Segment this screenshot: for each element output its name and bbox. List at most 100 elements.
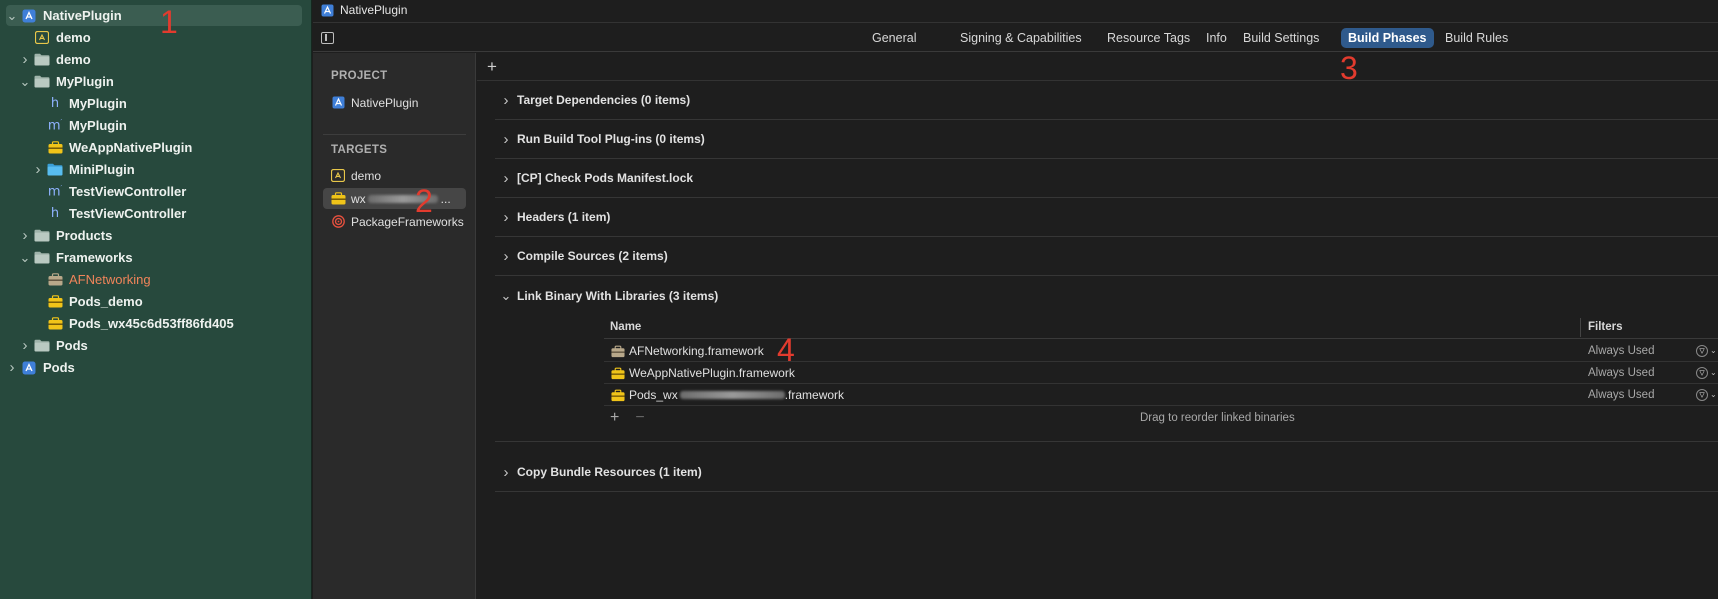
- navigator-row[interactable]: › Pods: [6, 357, 302, 378]
- tab-build-rules[interactable]: Build Rules: [1438, 28, 1515, 48]
- navigator-row-label: AFNetworking: [69, 272, 151, 287]
- navigator-row-label: Frameworks: [56, 250, 133, 265]
- navigator-row[interactable]: ⌄ Frameworks: [6, 247, 302, 268]
- build-phase-row[interactable]: › [CP] Check Pods Manifest.lock: [495, 159, 1718, 198]
- chevron-right-icon[interactable]: ›: [495, 248, 517, 265]
- app-target-icon: [34, 31, 50, 45]
- framework-icon: [47, 317, 63, 331]
- chevron-right-icon[interactable]: ›: [32, 161, 44, 178]
- library-status[interactable]: Always Used: [1588, 367, 1654, 379]
- library-name-suffix: .framework: [784, 387, 845, 402]
- framework-icon: [47, 295, 63, 309]
- chevron-down-icon[interactable]: ⌄: [19, 251, 31, 264]
- chevron-down-icon[interactable]: ⌄: [495, 289, 517, 302]
- library-name: Pods_wx: [629, 387, 678, 402]
- navigator-row[interactable]: m′ MyPlugin: [6, 115, 302, 136]
- chevron-right-icon[interactable]: ›: [19, 227, 31, 244]
- navigator-row[interactable]: Pods_demo: [6, 291, 302, 312]
- navigator-row[interactable]: › Products: [6, 225, 302, 246]
- targets-divider: [323, 134, 466, 135]
- build-phase-row[interactable]: ⌄ Link Binary With Libraries (3 items): [495, 276, 1718, 315]
- framework-gray-icon: [611, 345, 625, 357]
- editor-title: NativePlugin: [340, 3, 408, 17]
- chevron-right-icon[interactable]: ›: [495, 209, 517, 226]
- chevron-down-icon[interactable]: ⌄: [1710, 346, 1717, 355]
- navigator-row[interactable]: demo: [6, 27, 302, 48]
- library-row[interactable]: WeAppNativePlugin.framework Always Used ▿ ⌄: [604, 362, 1718, 384]
- navigator-row[interactable]: Pods_wx45c6d53ff86fd405: [6, 313, 302, 334]
- filters-column-header[interactable]: Filters: [1588, 321, 1623, 333]
- chevron-down-icon[interactable]: ⌄: [6, 9, 18, 22]
- project-navigator: ⌄ NativePlugin demo › demo ⌄ MyPlugin h MyPlugin…: [0, 0, 312, 599]
- column-separator: [1580, 318, 1581, 337]
- project-item[interactable]: NativePlugin: [323, 92, 466, 113]
- build-phase-row[interactable]: › Compile Sources (2 items): [495, 237, 1718, 276]
- navigator-row[interactable]: AFNetworking: [6, 269, 302, 290]
- tab-signing-capabilities[interactable]: Signing & Capabilities: [953, 28, 1089, 48]
- navigator-row[interactable]: m′ TestViewController: [6, 181, 302, 202]
- chevron-down-icon[interactable]: ⌄: [1710, 390, 1717, 399]
- folder-icon: [34, 251, 50, 265]
- tab-general[interactable]: General: [865, 28, 923, 48]
- header-file-icon: h: [50, 96, 60, 111]
- chevron-right-icon[interactable]: ›: [495, 464, 517, 481]
- build-phase-row[interactable]: › Target Dependencies (0 items): [495, 81, 1718, 120]
- navigator-row-label: MyPlugin: [56, 74, 114, 89]
- target-item[interactable]: wx...: [323, 188, 466, 209]
- navigator-row-label: WeAppNativePlugin: [69, 140, 193, 155]
- tab-resource-tags[interactable]: Resource Tags: [1100, 28, 1197, 48]
- library-row[interactable]: AFNetworking.framework Always Used ▿ ⌄: [604, 340, 1718, 362]
- target-item[interactable]: PackageFrameworks: [323, 211, 466, 232]
- chevron-right-icon[interactable]: ›: [495, 92, 517, 109]
- navigator-row-label: Pods_wx45c6d53ff86fd405: [69, 316, 234, 331]
- chevron-right-icon[interactable]: ›: [19, 337, 31, 354]
- navigator-row[interactable]: h MyPlugin: [6, 93, 302, 114]
- framework-gray-icon: [47, 273, 63, 287]
- navigator-row-label: demo: [56, 30, 91, 45]
- build-phases-pane: + › Target Dependencies (0 items) › Run Bui…: [477, 53, 1718, 599]
- chevron-down-icon[interactable]: ⌄: [19, 75, 31, 88]
- header-file-icon: h: [50, 206, 60, 221]
- navigator-row[interactable]: ⌄ MyPlugin: [6, 71, 302, 92]
- annotation-2: 2: [415, 183, 433, 219]
- name-column-header[interactable]: Name: [610, 321, 641, 333]
- navigator-row[interactable]: WeAppNativePlugin: [6, 137, 302, 158]
- filter-icon[interactable]: ▿: [1696, 388, 1708, 401]
- tab-build-settings[interactable]: Build Settings: [1236, 28, 1326, 48]
- library-row[interactable]: Pods_wx .framework Always Used ▿ ⌄: [604, 384, 1718, 406]
- navigator-row[interactable]: h TestViewController: [6, 203, 302, 224]
- target-item[interactable]: demo: [323, 165, 466, 186]
- filter-icon[interactable]: ▿: [1696, 344, 1708, 357]
- chevron-right-icon[interactable]: ›: [495, 131, 517, 148]
- library-status[interactable]: Always Used: [1588, 345, 1654, 357]
- chevron-down-icon[interactable]: ⌄: [1710, 368, 1717, 377]
- remove-library-button[interactable]: −: [635, 409, 644, 427]
- objc-file-icon: m′: [47, 183, 63, 200]
- aggregate-target-icon: [330, 215, 346, 229]
- build-phase-label: Run Build Tool Plug-ins (0 items): [517, 132, 705, 146]
- filter-icon[interactable]: ▿: [1696, 366, 1708, 379]
- navigator-row[interactable]: › Pods: [6, 335, 302, 356]
- library-status[interactable]: Always Used: [1588, 389, 1654, 401]
- build-phase-row[interactable]: › Headers (1 item): [495, 198, 1718, 237]
- target-item-label: PackageFrameworks: [351, 214, 464, 229]
- target-item-label: demo: [351, 168, 382, 183]
- chevron-right-icon[interactable]: ›: [19, 51, 31, 68]
- tab-info[interactable]: Info: [1199, 28, 1234, 48]
- navigator-row[interactable]: › demo: [6, 49, 302, 70]
- build-phase-row[interactable]: › Run Build Tool Plug-ins (0 items): [495, 120, 1718, 159]
- tab-build-phases[interactable]: Build Phases: [1341, 28, 1434, 48]
- project-item-label: NativePlugin: [351, 95, 419, 110]
- build-phase-row[interactable]: › Copy Bundle Resources (1 item): [495, 453, 1718, 492]
- add-library-button[interactable]: +: [610, 409, 619, 427]
- navigator-row[interactable]: › MiniPlugin: [6, 159, 302, 180]
- navigator-row-label: MiniPlugin: [69, 162, 135, 177]
- navigator-row-label: NativePlugin: [43, 8, 122, 23]
- app-target-icon: [330, 169, 346, 183]
- chevron-right-icon[interactable]: ›: [6, 359, 18, 376]
- add-build-phase-button[interactable]: +: [487, 57, 497, 77]
- blue-folder-icon: [47, 163, 63, 177]
- chevron-right-icon[interactable]: ›: [495, 170, 517, 187]
- navigator-row[interactable]: ⌄ NativePlugin: [6, 5, 302, 26]
- link-table-header: Name Filters: [604, 316, 1718, 339]
